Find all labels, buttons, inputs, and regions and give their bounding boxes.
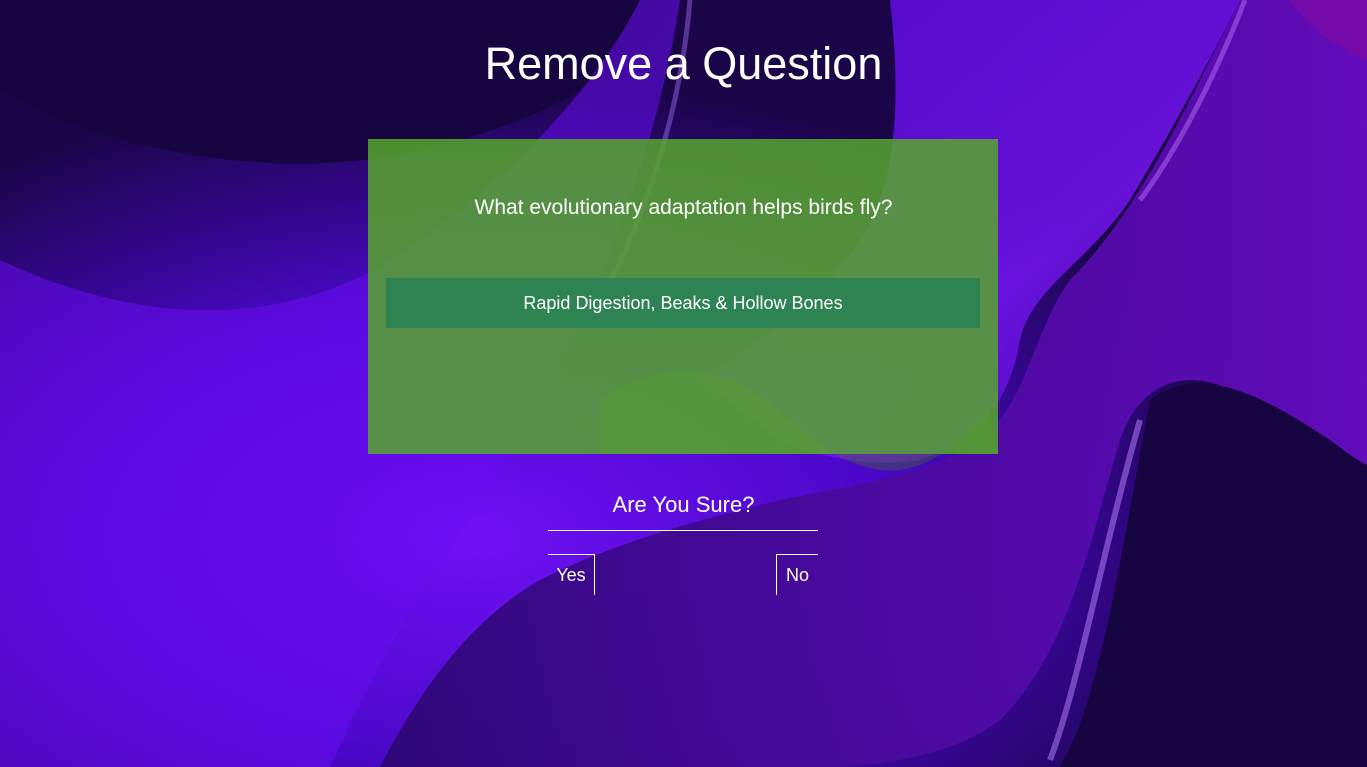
page-title: Remove a Question [484,38,883,89]
no-button[interactable]: No [776,554,818,595]
answer-text: Rapid Digestion, Beaks & Hollow Bones [386,278,980,328]
remove-question-page: Remove a Question What evolutionary adap… [0,0,1367,767]
divider [548,530,818,531]
question-text: What evolutionary adaptation helps birds… [474,196,893,219]
yes-button[interactable]: Yes [548,554,595,595]
confirm-prompt: Are You Sure? [612,492,755,517]
